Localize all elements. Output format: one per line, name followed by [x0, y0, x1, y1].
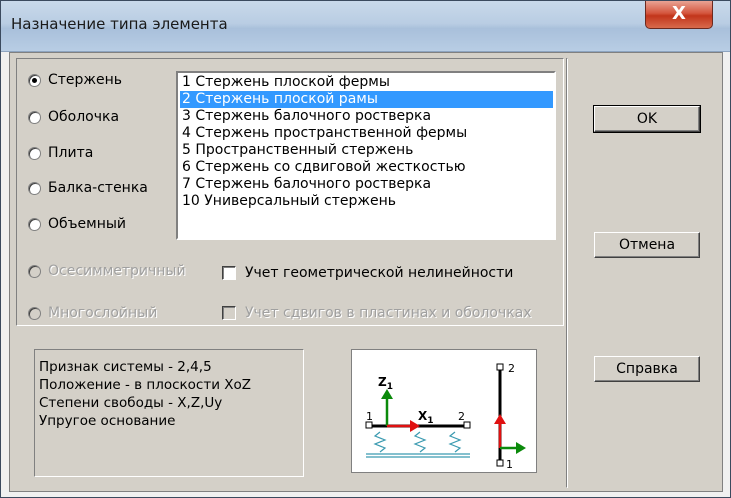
vertical-z-axis-arrowhead: [516, 442, 526, 454]
list-item[interactable]: 6 Стержень со сдвиговой жесткостью: [180, 159, 553, 176]
radio-indicator: [28, 146, 41, 160]
vertical-x-axis-arrowhead: [494, 414, 506, 424]
diagram-svg: Z1 X1 1 2 2 1: [365, 362, 526, 471]
radio-label: Балка-стенка: [48, 180, 148, 196]
radio-label: Осесимметричный: [48, 263, 186, 279]
list-item[interactable]: 4 Стержень пространственной фермы: [180, 125, 553, 142]
elastic-foundation-springs: [366, 431, 470, 458]
radio-label: Оболочка: [48, 109, 120, 125]
radio-indicator: [28, 73, 41, 87]
radio-indicator: [28, 306, 41, 320]
cancel-button[interactable]: Отмена: [594, 232, 700, 258]
checkbox-label: Учет геометрической нелинейности: [245, 265, 514, 281]
element-diagram: Z1 X1 1 2 2 1: [351, 349, 537, 473]
dialog-client-area: Стержень Оболочка Плита Балка-стенка Объ…: [9, 52, 723, 492]
radio-label: Многослойный: [48, 305, 158, 321]
info-line: Степени свободы - X,Z,Uy: [39, 395, 223, 411]
info-line: Признак системы - 2,4,5: [39, 359, 212, 375]
list-item[interactable]: 5 Пространственный стержень: [180, 142, 553, 159]
z-axis-label: Z1: [378, 375, 393, 392]
vertical-bottom-marker: [496, 459, 504, 467]
radio-multilayer: Многослойный: [28, 305, 157, 321]
dialog-window: Назначение типа элемента X Стержень Обол…: [0, 0, 731, 498]
ok-button[interactable]: OK: [593, 105, 701, 133]
radio-label: Стержень: [48, 72, 123, 88]
radio-volumetric[interactable]: Объемный: [28, 216, 126, 232]
title-bar[interactable]: Назначение типа элемента X: [1, 1, 730, 52]
radio-indicator: [28, 181, 41, 195]
checkbox-indicator: [222, 306, 236, 320]
radio-label: Плита: [48, 145, 94, 161]
vertical-top-label: 2: [508, 362, 515, 375]
radio-shell[interactable]: Оболочка: [28, 109, 119, 125]
geometric-nonlinearity-checkbox[interactable]: Учет геометрической нелинейности: [222, 265, 513, 281]
node-start-label: 1: [366, 410, 373, 423]
close-icon: X: [672, 3, 686, 24]
checkbox-indicator: [222, 266, 236, 280]
close-button[interactable]: X: [645, 1, 713, 29]
system-info-box: Признак системы - 2,4,5 Положение - в пл…: [34, 349, 304, 477]
vertical-bottom-label: 1: [506, 458, 513, 471]
help-button[interactable]: Справка: [594, 356, 700, 382]
radio-indicator: [28, 217, 41, 231]
vertical-top-marker: [496, 363, 504, 371]
shear-in-plates-checkbox: Учет сдвигов в пластинах и оболочках: [222, 305, 532, 321]
radio-indicator: [28, 110, 41, 124]
info-line: Положение - в плоскости XoZ: [39, 377, 252, 393]
window-title: Назначение типа элемента: [11, 15, 228, 33]
right-pane-divider: [566, 58, 568, 488]
radio-deep-beam[interactable]: Балка-стенка: [28, 180, 148, 196]
list-item[interactable]: 7 Стержень балочного ростверка: [180, 176, 553, 193]
info-line: Упругое основание: [39, 413, 176, 429]
x-axis-label: X1: [418, 409, 434, 426]
list-item[interactable]: 1 Стержень плоской фермы: [180, 74, 553, 91]
list-item[interactable]: 3 Стержень балочного ростверка: [180, 108, 553, 125]
radio-label: Объемный: [48, 216, 127, 232]
list-item[interactable]: 10 Универсальный стержень: [180, 193, 553, 210]
rod-type-listbox[interactable]: 1 Стержень плоской фермы 2 Стержень плос…: [176, 71, 556, 240]
list-item-selected[interactable]: 2 Стержень плоской рамы: [180, 91, 553, 108]
radio-rod[interactable]: Стержень: [28, 72, 122, 88]
radio-axisymmetric: Осесимметричный: [28, 263, 186, 279]
radio-plate[interactable]: Плита: [28, 145, 93, 161]
node-end-label: 2: [458, 410, 465, 423]
radio-indicator: [28, 264, 41, 278]
checkbox-label: Учет сдвигов в пластинах и оболочках: [245, 305, 532, 321]
